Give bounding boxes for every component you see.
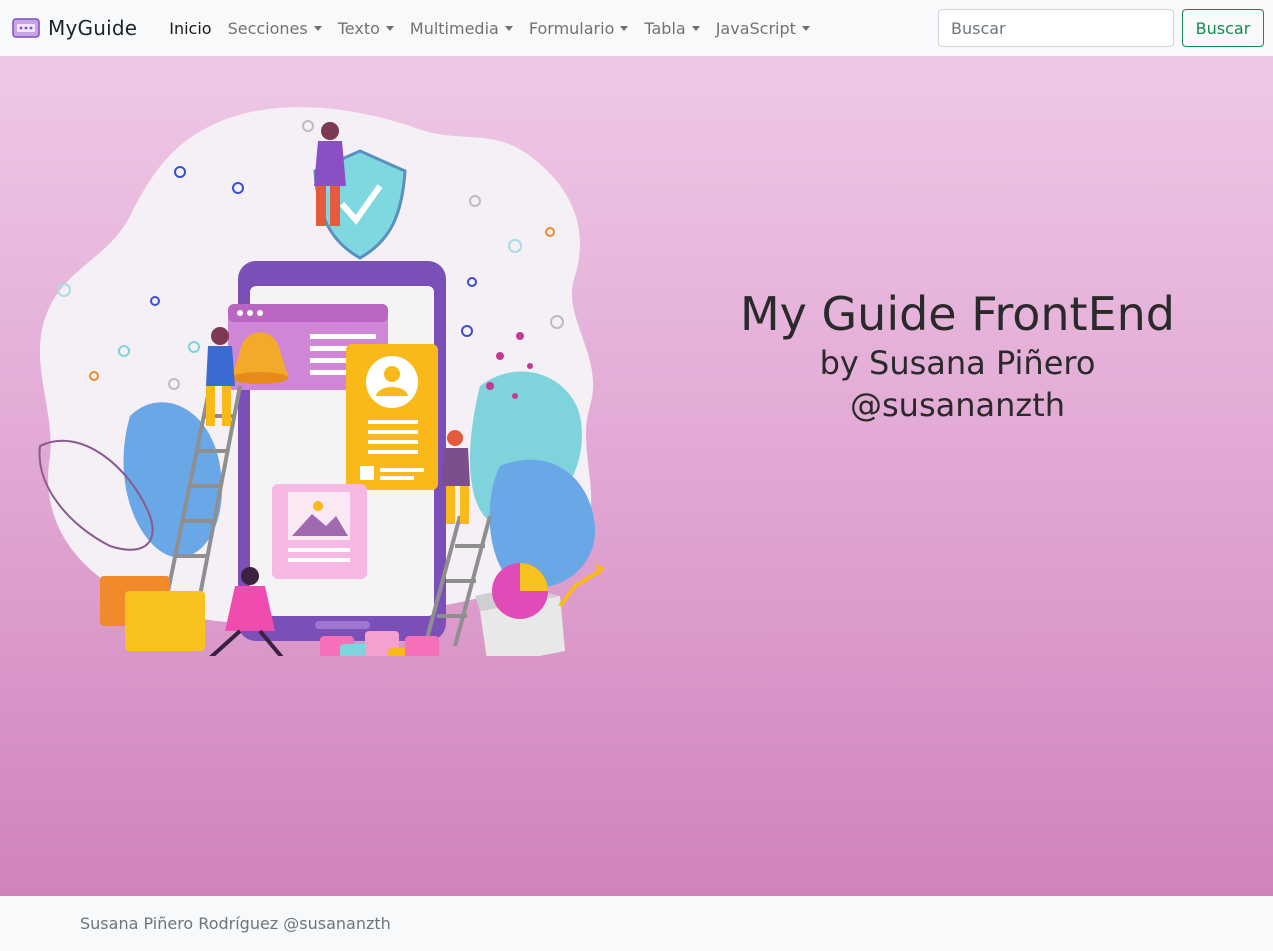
- nav-item-label: Secciones: [227, 18, 308, 38]
- nav-item-inicio[interactable]: Inicio: [161, 19, 219, 38]
- nav-item-label: Formulario: [528, 18, 615, 38]
- nav-item-label: Inicio: [169, 18, 212, 38]
- navbar: MyGuide Inicio Secciones Texto Multimedi…: [0, 0, 1273, 56]
- nav-item-multimedia[interactable]: Multimedia: [402, 19, 521, 38]
- nav-menu: Inicio Secciones Texto Multimedia Formul…: [161, 19, 818, 38]
- nav-item-label: Tabla: [644, 18, 686, 38]
- search-input[interactable]: [938, 9, 1174, 47]
- caret-down-icon: [691, 25, 700, 31]
- caret-down-icon: [385, 25, 394, 31]
- screen-icon: [12, 18, 40, 38]
- brand-link[interactable]: MyGuide: [12, 16, 137, 40]
- hero-subtitle: by Susana Piñero: [819, 344, 1096, 382]
- search-button[interactable]: Buscar: [1182, 9, 1264, 47]
- frontend-illustration: [38, 107, 605, 656]
- nav-item-label: Texto: [337, 18, 380, 38]
- nav-item-label: Multimedia: [409, 18, 499, 38]
- footer-text: Susana Piñero Rodríguez @susananzth: [80, 914, 391, 933]
- nav-item-label: JavaScript: [715, 18, 796, 38]
- brand-name: MyGuide: [48, 16, 138, 40]
- caret-down-icon: [313, 25, 322, 31]
- hero-handle: @susananzth: [849, 386, 1066, 424]
- nav-item-formulario[interactable]: Formulario: [521, 19, 637, 38]
- search-form: Buscar: [938, 9, 1264, 47]
- footer: Susana Piñero Rodríguez @susananzth: [0, 896, 1273, 951]
- caret-down-icon: [801, 25, 810, 31]
- nav-item-secciones[interactable]: Secciones: [220, 19, 330, 38]
- hero-title: My Guide FrontEnd: [739, 287, 1175, 341]
- nav-item-tabla[interactable]: Tabla: [636, 19, 707, 38]
- caret-down-icon: [504, 25, 513, 31]
- caret-down-icon: [620, 25, 629, 31]
- hero-text: My Guide FrontEnd by Susana Piñero @susa…: [680, 286, 1235, 426]
- nav-item-javascript[interactable]: JavaScript: [708, 19, 818, 38]
- nav-item-texto[interactable]: Texto: [330, 19, 402, 38]
- hero-section: My Guide FrontEnd by Susana Piñero @susa…: [0, 56, 1273, 896]
